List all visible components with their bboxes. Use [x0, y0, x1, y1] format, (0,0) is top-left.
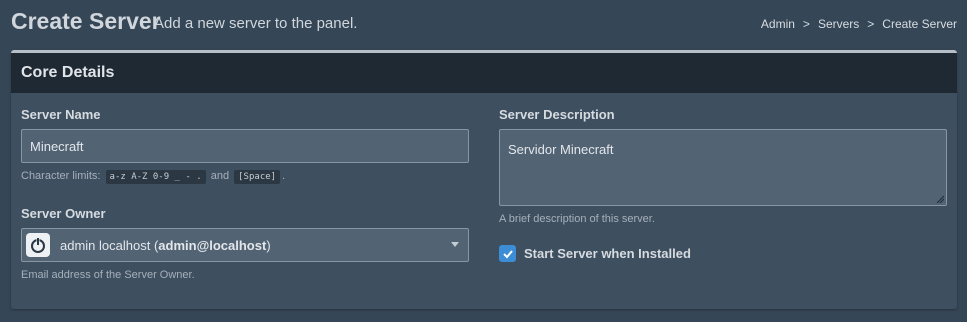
server-owner-label: Server Owner: [21, 206, 106, 221]
page-subtitle: Add a new server to the panel.: [154, 15, 358, 32]
server-description-help: A brief description of this server.: [499, 213, 655, 225]
server-name-input[interactable]: [21, 129, 469, 163]
server-description-label: Server Description: [499, 107, 615, 122]
breadcrumb-servers[interactable]: Servers: [818, 17, 859, 31]
server-owner-value: admin localhost (admin@localhost): [60, 238, 271, 253]
power-icon: [26, 233, 50, 257]
checkmark-icon: [502, 249, 513, 258]
core-details-box: Core Details Server Name Character limit…: [11, 50, 957, 309]
server-description-value: Servidor Minecraft: [508, 142, 614, 157]
server-owner-select[interactable]: admin localhost (admin@localhost): [21, 228, 469, 262]
page-header: Create Server Add a new server to the pa…: [0, 0, 967, 48]
start-on-install-checkbox[interactable]: [499, 245, 516, 262]
breadcrumb: Admin > Servers > Create Server: [761, 17, 957, 31]
start-on-install-row[interactable]: Start Server when Installed: [499, 245, 691, 262]
help-text: .: [282, 170, 286, 182]
owner-email: admin@localhost: [158, 237, 267, 253]
owner-name: admin localhost (: [60, 237, 159, 253]
help-text: Character limits:: [21, 170, 101, 182]
start-on-install-label[interactable]: Start Server when Installed: [524, 246, 691, 261]
server-name-help: Character limits: a-z A-Z 0-9 _ - . and …: [21, 170, 286, 184]
help-code-space: [Space]: [234, 170, 281, 184]
page-title: Create Server: [11, 8, 161, 34]
breadcrumb-admin[interactable]: Admin: [761, 17, 795, 31]
resize-grip-icon[interactable]: [936, 195, 944, 203]
breadcrumb-separator: >: [802, 17, 810, 31]
owner-close: ): [266, 237, 271, 253]
chevron-down-icon: [451, 242, 459, 247]
help-code-chars: a-z A-Z 0-9 _ - .: [105, 170, 206, 184]
help-text: and: [210, 170, 230, 182]
box-header: Core Details: [11, 53, 957, 93]
breadcrumb-separator: >: [867, 17, 875, 31]
breadcrumb-current: Create Server: [882, 17, 957, 31]
server-description-textarea[interactable]: Servidor Minecraft: [499, 129, 947, 206]
box-title: Core Details: [21, 64, 115, 81]
server-owner-help: Email address of the Server Owner.: [21, 269, 195, 281]
server-name-label: Server Name: [21, 107, 101, 122]
